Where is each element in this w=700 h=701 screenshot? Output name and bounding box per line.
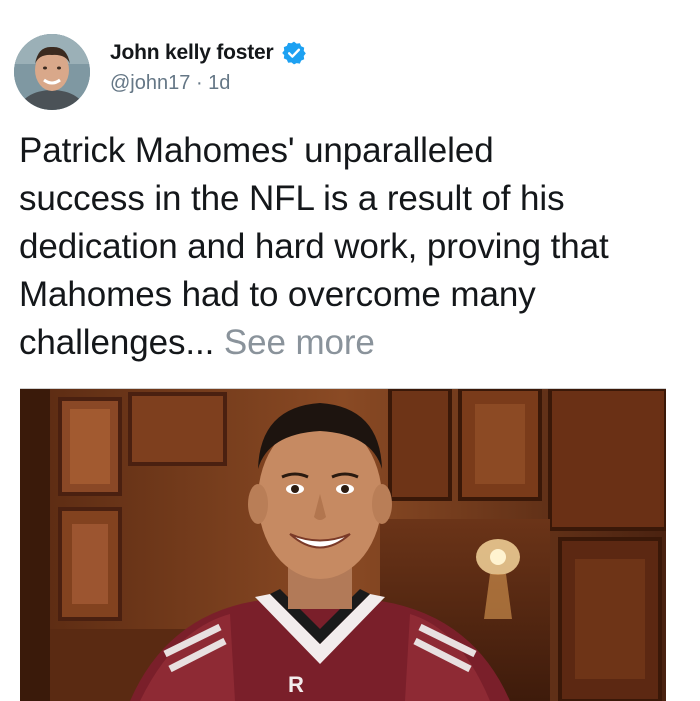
tweet-text-line: dedication and hard work, proving that (19, 227, 609, 266)
avatar[interactable] (14, 34, 90, 110)
jersey-letter: R (288, 672, 304, 697)
author-handle[interactable]: @john17 (110, 72, 190, 95)
tweet-header: John kelly foster @john17 · 1d (14, 34, 307, 114)
verified-badge-icon (281, 40, 307, 66)
tweet-text: Patrick Mahomes' unparalleled success in… (19, 127, 689, 367)
author-info: John kelly foster @john17 · 1d (110, 38, 307, 95)
tweet-text-line: Mahomes had to overcome many (19, 275, 536, 314)
meta-separator: · (195, 72, 203, 94)
timestamp[interactable]: 1d (208, 72, 230, 95)
tweet-text-line: challenges... (19, 323, 215, 362)
photo-image: R (20, 389, 666, 701)
see-more-link[interactable]: See more (224, 323, 375, 362)
tweet-text-line: success in the NFL is a result of his (19, 179, 565, 218)
author-display-name[interactable]: John kelly foster (110, 41, 274, 65)
avatar-image (14, 34, 90, 110)
tweet-text-last-line: challenges... See more (19, 319, 689, 367)
tweet-text-line: Patrick Mahomes' unparalleled (19, 131, 494, 170)
name-row: John kelly foster (110, 38, 307, 68)
author-meta: @john17 · 1d (110, 72, 307, 95)
tweet-media-photo[interactable]: R (20, 388, 666, 701)
